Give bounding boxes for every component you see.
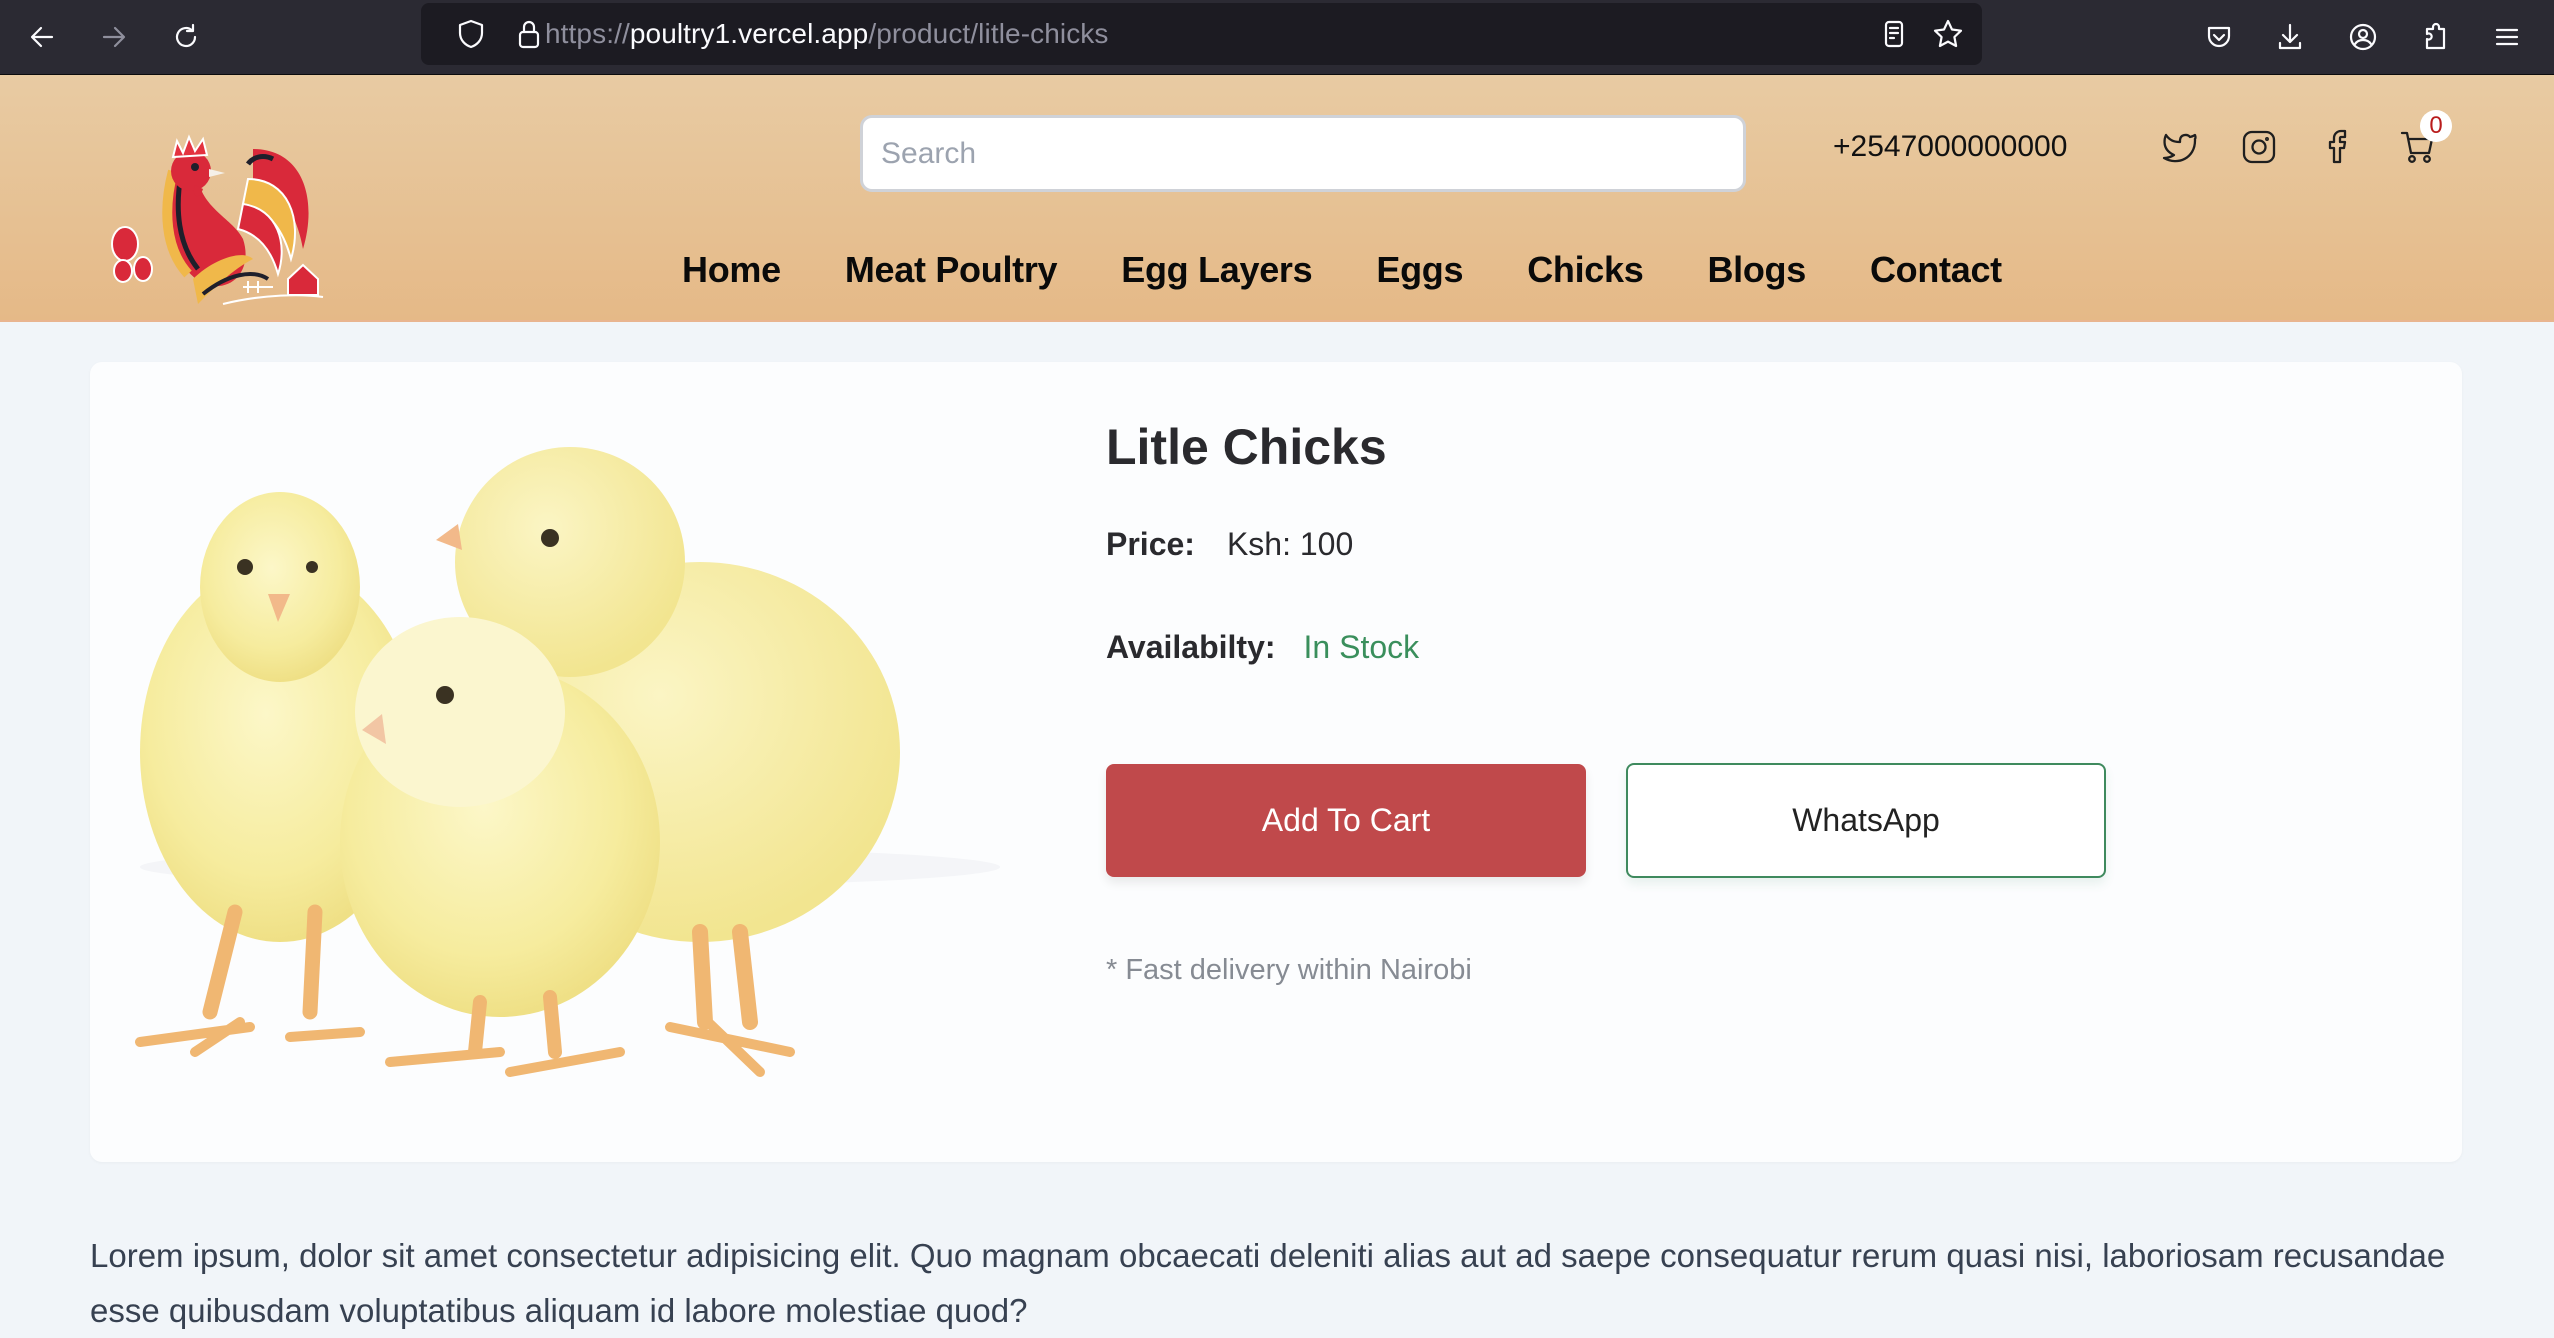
facebook-icon xyxy=(2328,129,2347,164)
twitter-icon xyxy=(2162,133,2197,163)
back-button[interactable] xyxy=(22,17,62,57)
pocket-button[interactable] xyxy=(2199,17,2239,57)
delivery-note: * Fast delivery within Nairobi xyxy=(1106,954,1472,986)
account-icon xyxy=(2349,23,2377,51)
menu-icon xyxy=(2495,28,2519,46)
lock-icon[interactable] xyxy=(512,17,546,51)
availability-label: Availabilty: xyxy=(1106,629,1276,665)
extensions-button[interactable] xyxy=(2415,17,2455,57)
url-text[interactable]: https://poultry1.vercel.app/product/litl… xyxy=(545,3,1109,65)
rooster-logo-icon xyxy=(111,134,324,305)
nav-chicks[interactable]: Chicks xyxy=(1527,249,1644,291)
product-description: Lorem ipsum, dolor sit amet consectetur … xyxy=(90,1237,2446,1329)
whatsapp-button[interactable]: WhatsApp xyxy=(1626,763,2106,878)
product-image xyxy=(100,412,1020,1102)
url-path: /product/litle-chicks xyxy=(868,18,1109,49)
nav-eggs[interactable]: Eggs xyxy=(1376,249,1463,291)
nav-contact[interactable]: Contact xyxy=(1870,249,2002,291)
facebook-link[interactable] xyxy=(2318,126,2360,168)
shield-icon[interactable] xyxy=(454,17,488,51)
search-input[interactable] xyxy=(860,115,1746,192)
nav-meat-poultry[interactable]: Meat Poultry xyxy=(845,249,1058,291)
cart-count-badge: 0 xyxy=(2420,110,2452,142)
main-nav: Home Meat Poultry Egg Layers Eggs Chicks… xyxy=(682,245,2002,295)
product-card: Litle Chicks Price: Ksh: 100 Availabilty:… xyxy=(90,362,2462,1162)
extensions-icon xyxy=(2425,22,2446,50)
instagram-link[interactable] xyxy=(2238,126,2280,168)
chicks-image-icon xyxy=(135,447,1000,1077)
account-button[interactable] xyxy=(2343,17,2383,57)
nav-home[interactable]: Home xyxy=(682,249,781,291)
instagram-icon xyxy=(2242,130,2276,164)
url-domain: poultry1.vercel.app xyxy=(629,18,869,49)
forward-icon xyxy=(102,26,126,48)
logo[interactable] xyxy=(103,109,348,314)
pocket-icon xyxy=(2207,26,2231,48)
reload-button[interactable] xyxy=(166,17,206,57)
product-title: Litle Chicks xyxy=(1106,419,1387,475)
download-icon xyxy=(2278,23,2302,50)
nav-egg-layers[interactable]: Egg Layers xyxy=(1121,249,1312,291)
url-scheme: https:// xyxy=(545,18,630,49)
price-row: Price: Ksh: 100 xyxy=(1106,526,1353,563)
reload-icon xyxy=(175,23,197,48)
downloads-button[interactable] xyxy=(2270,17,2310,57)
bookmark-star-icon[interactable] xyxy=(1931,17,1965,51)
browser-toolbar: https://poultry1.vercel.app/product/litl… xyxy=(0,0,2554,75)
phone-number[interactable]: +2547000000000 xyxy=(1833,127,2067,167)
twitter-link[interactable] xyxy=(2158,126,2200,168)
add-to-cart-button[interactable]: Add To Cart xyxy=(1106,764,1586,877)
url-bar[interactable]: https://poultry1.vercel.app/product/litl… xyxy=(421,3,1982,65)
availability-value: In Stock xyxy=(1303,629,1420,665)
back-icon xyxy=(30,26,54,48)
reader-view-icon[interactable] xyxy=(1877,17,1911,51)
price-value: Ksh: 100 xyxy=(1226,526,1354,562)
price-label: Price: xyxy=(1106,526,1195,562)
nav-blogs[interactable]: Blogs xyxy=(1707,249,1806,291)
forward-button[interactable] xyxy=(94,17,134,57)
site-header: +2547000000000 0 Home Meat Poultry Egg L… xyxy=(0,75,2554,322)
availability-row: Availabilty: In Stock xyxy=(1106,629,1419,666)
menu-button[interactable] xyxy=(2487,17,2527,57)
